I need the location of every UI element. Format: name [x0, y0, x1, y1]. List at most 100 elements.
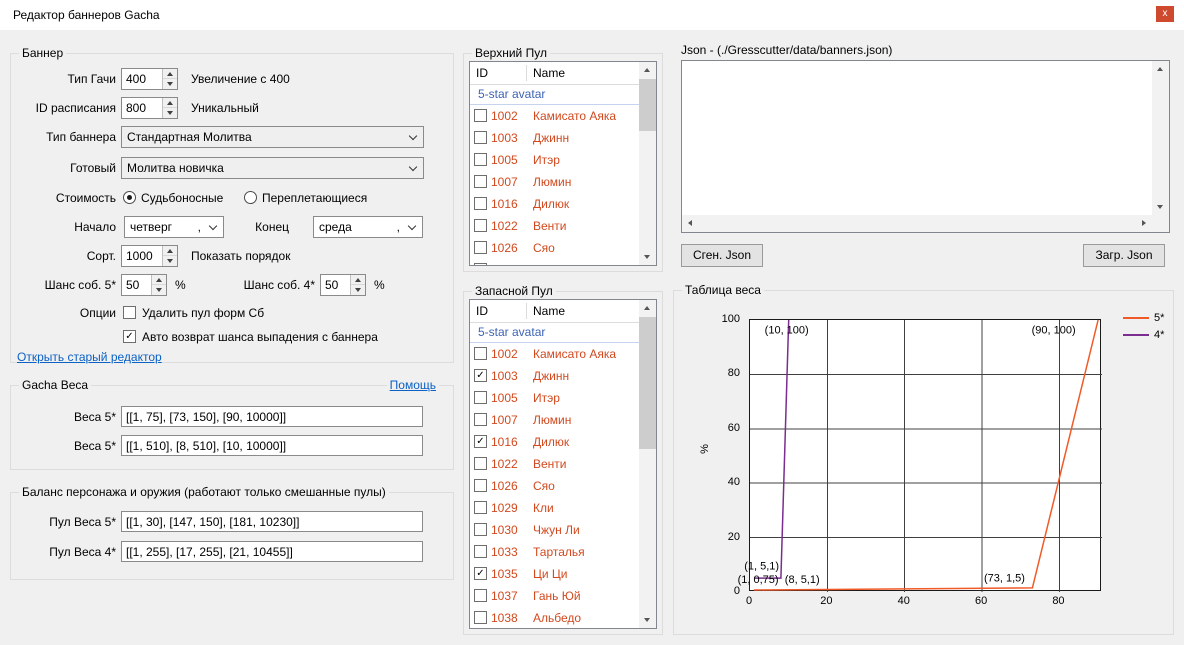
open-old-editor-link[interactable]: Открыть старый редактор: [17, 350, 162, 364]
row-checkbox[interactable]: [474, 263, 487, 265]
gacha-type-input[interactable]: [122, 69, 162, 89]
scroll-right-icon[interactable]: [1135, 215, 1152, 232]
row-checkbox[interactable]: [474, 611, 487, 624]
pool-row[interactable]: 1037Гань Юй: [470, 585, 639, 607]
row-checkbox[interactable]: [474, 197, 487, 210]
row-checkbox[interactable]: [474, 501, 487, 514]
pool-row[interactable]: 1026Сяо: [470, 475, 639, 497]
pool-row[interactable]: 1026Сяо: [470, 237, 639, 259]
upper-pool-scrollbar[interactable]: [639, 62, 656, 265]
chance4-input[interactable]: [321, 275, 350, 295]
json-editor[interactable]: [681, 60, 1170, 233]
pool-row[interactable]: 1016Дилюк: [470, 431, 639, 453]
cost-fate-radio[interactable]: [123, 191, 136, 204]
pool-row[interactable]: 1029Кли: [470, 259, 639, 265]
pool-row[interactable]: 1038Альбедо: [470, 607, 639, 628]
sort-label: Сорт.: [11, 245, 116, 267]
scrollbar-thumb[interactable]: [639, 79, 656, 131]
upper-pool-group: Верхний Пул ID Name 5-star avatar1002Кам…: [463, 53, 663, 272]
pool-row[interactable]: 1002Камисато Аяка: [470, 343, 639, 365]
pool5-input[interactable]: [121, 511, 423, 532]
pool-row[interactable]: 1022Венти: [470, 215, 639, 237]
generate-json-button[interactable]: Сген. Json: [681, 244, 763, 267]
backup-pool-scrollbar[interactable]: [639, 300, 656, 628]
chance-row: Шанс соб. 5* % Шанс соб. 4* %: [11, 274, 453, 296]
row-checkbox[interactable]: [474, 545, 487, 558]
row-checkbox[interactable]: [474, 109, 487, 122]
x-tick-label: 80: [1052, 595, 1064, 607]
row-id: 1007: [491, 409, 518, 431]
scroll-up-icon[interactable]: [1152, 61, 1169, 78]
row-checkbox[interactable]: [474, 153, 487, 166]
row-checkbox[interactable]: [474, 589, 487, 602]
row-checkbox[interactable]: [474, 567, 487, 580]
weight-chart-group: Таблица веса % 020406080100 (10, 100)(90…: [673, 290, 1174, 635]
row-checkbox[interactable]: [474, 523, 487, 536]
schedule-id-input[interactable]: [122, 98, 162, 118]
pool-row[interactable]: 1022Венти: [470, 453, 639, 475]
column-header-name[interactable]: Name: [533, 300, 565, 322]
pool-row[interactable]: 1035Ци Ци: [470, 563, 639, 585]
scroll-down-icon[interactable]: [639, 248, 656, 265]
row-checkbox[interactable]: [474, 219, 487, 232]
pool4-input[interactable]: [121, 541, 423, 562]
pool-row[interactable]: 1005Итэр: [470, 387, 639, 409]
pool-row[interactable]: 1007Люмин: [470, 171, 639, 193]
pool-row[interactable]: 1002Камисато Аяка: [470, 105, 639, 127]
row-checkbox[interactable]: [474, 175, 487, 188]
weights5b-input[interactable]: [121, 435, 423, 456]
pool-row[interactable]: 1003Джинн: [470, 365, 639, 387]
spinner-arrows-icon[interactable]: [151, 275, 166, 295]
json-horizontal-scrollbar[interactable]: [682, 215, 1152, 232]
row-checkbox[interactable]: [474, 241, 487, 254]
load-json-button[interactable]: Загр. Json: [1083, 244, 1165, 267]
column-header-id[interactable]: ID: [476, 300, 488, 322]
scroll-down-icon[interactable]: [1152, 198, 1169, 215]
chart-legend: 5*4*: [1123, 309, 1164, 343]
row-checkbox[interactable]: [474, 435, 487, 448]
pool-row[interactable]: 1003Джинн: [470, 127, 639, 149]
cost-intertwined-radio[interactable]: [244, 191, 257, 204]
spinner-arrows-icon[interactable]: [162, 98, 177, 118]
auto-return-checkbox[interactable]: [123, 330, 136, 343]
row-checkbox[interactable]: [474, 131, 487, 144]
column-header-name[interactable]: Name: [533, 62, 565, 84]
remove-pool-checkbox[interactable]: [123, 306, 136, 319]
scroll-left-icon[interactable]: [682, 215, 699, 232]
prefab-select[interactable]: Молитва новичка: [121, 157, 424, 179]
json-content[interactable]: [682, 61, 1152, 215]
pool-row[interactable]: 1029Кли: [470, 497, 639, 519]
scroll-up-icon[interactable]: [639, 300, 656, 317]
json-vertical-scrollbar[interactable]: [1152, 61, 1169, 215]
pool-section-header: 5-star avatar: [470, 323, 639, 343]
spinner-arrows-icon[interactable]: [350, 275, 365, 295]
end-day-select[interactable]: среда ,: [313, 216, 423, 238]
row-checkbox[interactable]: [474, 457, 487, 470]
row-checkbox[interactable]: [474, 391, 487, 404]
gacha-type-hint: Увеличение с 400: [191, 68, 290, 90]
legend-label: 5*: [1154, 312, 1164, 324]
weights5-input[interactable]: [121, 406, 423, 427]
scroll-down-icon[interactable]: [639, 611, 656, 628]
help-link[interactable]: Помощь: [387, 378, 439, 392]
pool-row[interactable]: 1016Дилюк: [470, 193, 639, 215]
close-icon[interactable]: x: [1156, 6, 1174, 22]
row-checkbox[interactable]: [474, 369, 487, 382]
spinner-arrows-icon[interactable]: [162, 246, 177, 266]
scrollbar-thumb[interactable]: [639, 317, 656, 449]
sort-input[interactable]: [122, 246, 162, 266]
row-checkbox[interactable]: [474, 479, 487, 492]
row-checkbox[interactable]: [474, 347, 487, 360]
row-id: 1029: [491, 497, 518, 519]
pool-row[interactable]: 1005Итэр: [470, 149, 639, 171]
row-checkbox[interactable]: [474, 413, 487, 426]
start-day-select[interactable]: четверг ,: [124, 216, 224, 238]
pool-row[interactable]: 1033Тарталья: [470, 541, 639, 563]
spinner-arrows-icon[interactable]: [162, 69, 177, 89]
pool-row[interactable]: 1030Чжун Ли: [470, 519, 639, 541]
scroll-up-icon[interactable]: [639, 62, 656, 79]
pool-row[interactable]: 1007Люмин: [470, 409, 639, 431]
banner-type-select[interactable]: Стандартная Молитва: [121, 126, 424, 148]
chance5-input[interactable]: [122, 275, 151, 295]
column-header-id[interactable]: ID: [476, 62, 488, 84]
